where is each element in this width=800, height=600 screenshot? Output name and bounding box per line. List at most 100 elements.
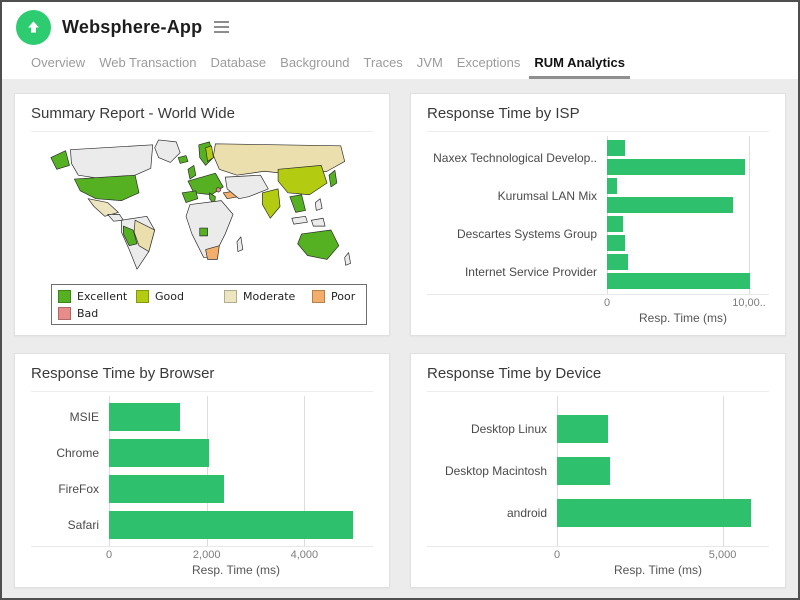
bar[interactable]: [607, 140, 625, 156]
category-label: Internet Service Provider: [427, 265, 607, 279]
bar[interactable]: [557, 499, 751, 527]
category-label: MSIE: [31, 410, 109, 424]
bar-zone: [109, 471, 363, 507]
chart-row: android: [427, 492, 769, 534]
legend-label: Bad: [77, 307, 98, 320]
panel-response-time-browser: Response Time by Browser MSIEChromeFireF…: [14, 353, 390, 588]
x-tick-label: 0: [604, 297, 610, 309]
category-label: FireFox: [31, 482, 109, 496]
world-map[interactable]: [31, 136, 373, 283]
bar[interactable]: [607, 178, 617, 194]
app-logo[interactable]: [16, 10, 51, 45]
legend-color-chip: [136, 290, 149, 303]
legend-color-chip: [58, 307, 71, 320]
panel-summary-report: Summary Report - World Wide: [14, 93, 390, 336]
chart-row: Kurumsal LAN Mix: [427, 177, 769, 215]
x-tick-label: 0: [554, 549, 560, 561]
x-axis-title: Resp. Time (ms): [607, 310, 759, 327]
panel-response-time-isp: Response Time by ISP Naxex Technological…: [410, 93, 786, 336]
chart-row: Safari: [31, 507, 373, 543]
legend-item-moderate: Moderate: [224, 290, 312, 303]
isp-bar-chart: Naxex Technological Develop.. Kurumsal LA…: [427, 136, 769, 327]
world-map-svg: [45, 136, 358, 283]
bar-zone: [557, 408, 759, 450]
tab-traces[interactable]: Traces: [357, 55, 410, 70]
tab-background[interactable]: Background: [273, 55, 356, 70]
bar[interactable]: [607, 273, 750, 289]
x-axis-title: Resp. Time (ms): [109, 562, 363, 579]
chart-row: Descartes Systems Group: [427, 215, 769, 253]
chart-row: Naxex Technological Develop..: [427, 139, 769, 177]
x-axis-title: Resp. Time (ms): [557, 562, 759, 579]
bar-zone: [607, 253, 759, 291]
app-title: Websphere-App: [62, 17, 202, 38]
bar[interactable]: [557, 415, 608, 443]
panel-response-time-device: Response Time by Device Desktop LinuxDes…: [410, 353, 786, 588]
legend-color-chip: [58, 290, 71, 303]
category-label: Desktop Linux: [427, 422, 557, 436]
bar-zone: [557, 450, 759, 492]
device-bar-chart: Desktop Linux Desktop Macintosh android 0 5,…: [427, 396, 769, 579]
category-label: android: [427, 506, 557, 520]
tab-overview[interactable]: Overview: [24, 55, 92, 70]
bar[interactable]: [607, 197, 733, 213]
plot-area: MSIE Chrome FireFox Safari: [31, 396, 373, 547]
legend-label: Good: [155, 290, 184, 303]
x-tick-label: 10,00..: [732, 297, 766, 309]
bar[interactable]: [109, 475, 224, 503]
x-axis: 0 5,000: [557, 547, 759, 562]
category-label: Desktop Macintosh: [427, 464, 557, 478]
bar[interactable]: [109, 511, 353, 539]
legend-label: Poor: [331, 290, 355, 303]
bar[interactable]: [607, 235, 625, 251]
tab-rum-analytics[interactable]: RUM Analytics: [527, 55, 632, 70]
bar[interactable]: [557, 457, 610, 485]
chart-row: Internet Service Provider: [427, 253, 769, 291]
chart-row: Desktop Macintosh: [427, 450, 769, 492]
dashboard-grid: Summary Report - World Wide: [2, 79, 798, 598]
legend-item-bad: Bad: [58, 307, 136, 320]
legend-color-chip: [312, 290, 325, 303]
category-label: Kurumsal LAN Mix: [427, 189, 607, 203]
up-arrow-icon: [26, 20, 41, 35]
bar[interactable]: [109, 439, 209, 467]
panel-title: Response Time by ISP: [427, 105, 769, 132]
legend-label: Excellent: [77, 290, 127, 303]
category-label: Chrome: [31, 446, 109, 460]
hamburger-menu-icon[interactable]: [211, 18, 232, 36]
bar[interactable]: [607, 216, 623, 232]
bar-zone: [557, 492, 759, 534]
legend-color-chip: [224, 290, 237, 303]
bar[interactable]: [607, 254, 628, 270]
bar[interactable]: [607, 159, 745, 175]
bar-zone: [109, 399, 363, 435]
tab-jvm[interactable]: JVM: [410, 55, 450, 70]
plot-area: Desktop Linux Desktop Macintosh android: [427, 396, 769, 547]
app-header: Websphere-App OverviewWeb TransactionDat…: [2, 2, 798, 79]
legend-item-poor: Poor: [312, 290, 360, 303]
x-tick-label: 4,000: [291, 549, 319, 561]
bar-zone: [607, 139, 759, 177]
category-label: Safari: [31, 518, 109, 532]
chart-row: Desktop Linux: [427, 408, 769, 450]
bar[interactable]: [109, 403, 180, 431]
tab-exceptions[interactable]: Exceptions: [450, 55, 528, 70]
tab-database[interactable]: Database: [204, 55, 274, 70]
tab-web-transaction[interactable]: Web Transaction: [92, 55, 203, 70]
x-tick-label: 2,000: [193, 549, 221, 561]
chart-row: FireFox: [31, 471, 373, 507]
map-legend: Excellent Good Moderate Poor Bad: [51, 284, 367, 325]
tab-bar: OverviewWeb TransactionDatabaseBackgroun…: [24, 55, 798, 70]
browser-bar-chart: MSIEChromeFireFoxSafari02,0004,000Resp. …: [31, 396, 373, 579]
chart-row: Chrome: [31, 435, 373, 471]
legend-item-excellent: Excellent: [58, 290, 136, 303]
bar-zone: [109, 435, 363, 471]
category-label: Descartes Systems Group: [427, 227, 607, 241]
bar-zone: [607, 215, 759, 253]
x-tick-label: 5,000: [709, 549, 737, 561]
category-label: Naxex Technological Develop..: [427, 151, 607, 165]
panel-title: Response Time by Device: [427, 365, 769, 392]
legend-item-good: Good: [136, 290, 224, 303]
x-axis: 02,0004,000: [109, 547, 363, 562]
panel-title: Summary Report - World Wide: [31, 105, 373, 132]
